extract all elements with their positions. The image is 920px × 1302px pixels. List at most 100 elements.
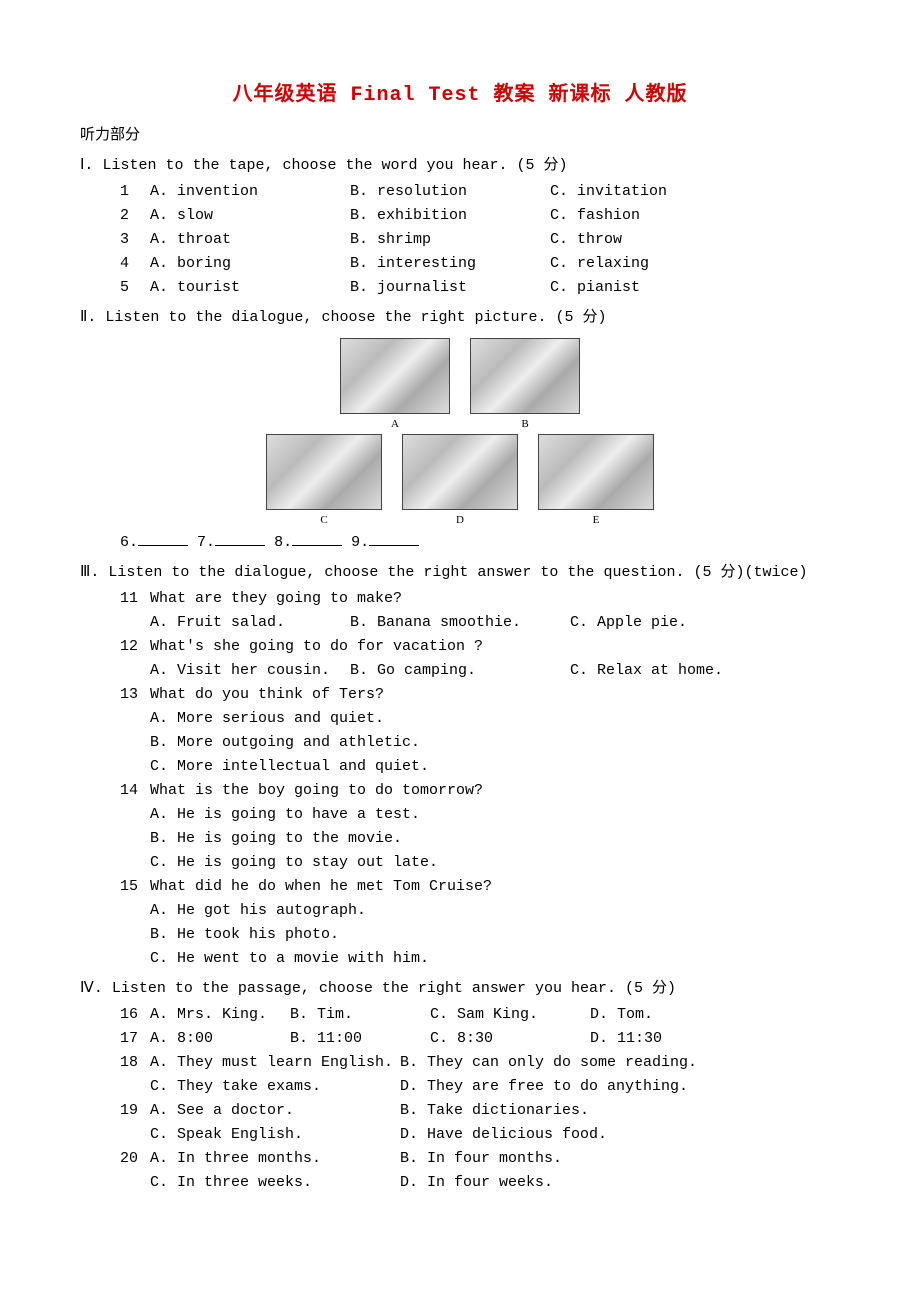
blank-7 (215, 531, 265, 546)
q11-opts: A. Fruit salad. B. Banana smoothie. C. A… (80, 611, 840, 635)
q4-row: 4 A. boring B. interesting C. relaxing (80, 252, 840, 276)
q14-a: A. He is going to have a test. (80, 803, 840, 827)
q4-opt-a: A. boring (150, 252, 350, 276)
q1-opt-a: A. invention (150, 180, 350, 204)
page-title: 八年级英语 Final Test 教案 新课标 人教版 (80, 80, 840, 112)
q19-c: C. Speak English. (150, 1123, 400, 1147)
blank-6 (138, 531, 188, 546)
q16-a: A. Mrs. King. (150, 1003, 290, 1027)
picture-c (266, 434, 382, 510)
q11-stem: What are they going to make? (150, 590, 402, 607)
q18-row: 18 A. They must learn English. B. They c… (80, 1051, 840, 1075)
roman-3: Ⅲ. (80, 564, 99, 581)
q1-opt-c: C. invitation (550, 180, 750, 204)
section-1-header: Ⅰ. Listen to the tape, choose the word y… (80, 154, 840, 178)
q5-opt-b: B. journalist (350, 276, 550, 300)
q13-num: 13 (120, 683, 150, 707)
q5-num: 5 (120, 276, 150, 300)
q20-row2: C. In three weeks. D. In four weeks. (80, 1171, 840, 1195)
picture-e (538, 434, 654, 510)
section-3-instr: Listen to the dialogue, choose the right… (108, 564, 807, 581)
fill-6: 6. (120, 534, 138, 551)
blank-9 (369, 531, 419, 546)
q13-b: B. More outgoing and athletic. (80, 731, 840, 755)
q11-stem-row: 11What are they going to make? (80, 587, 840, 611)
q17-d: D. 11:30 (590, 1027, 730, 1051)
q1-num: 1 (120, 180, 150, 204)
q11-a: A. Fruit salad. (150, 611, 350, 635)
q17-row: 17 A. 8:00 B. 11:00 C. 8:30 D. 11:30 (80, 1027, 840, 1051)
q16-c: C. Sam King. (430, 1003, 590, 1027)
q3-opt-a: A. throat (150, 228, 350, 252)
q19-d: D. Have delicious food. (400, 1123, 720, 1147)
section-2-header: Ⅱ. Listen to the dialogue, choose the ri… (80, 306, 840, 330)
q15-num: 15 (120, 875, 150, 899)
q15-a: A. He got his autograph. (80, 899, 840, 923)
q2-row: 2 A. slow B. exhibition C. fashion (80, 204, 840, 228)
q4-num: 4 (120, 252, 150, 276)
q13-c: C. More intellectual and quiet. (80, 755, 840, 779)
q17-a: A. 8:00 (150, 1027, 290, 1051)
q4-opt-c: C. relaxing (550, 252, 750, 276)
q11-c: C. Apple pie. (570, 611, 750, 635)
q1-row: 1 A. invention B. resolution C. invitati… (80, 180, 840, 204)
q19-row: 19 A. See a doctor. B. Take dictionaries… (80, 1099, 840, 1123)
section-3-header: Ⅲ. Listen to the dialogue, choose the ri… (80, 561, 840, 585)
q18-num: 18 (120, 1051, 150, 1075)
q18-a: A. They must learn English. (150, 1051, 400, 1075)
q12-opts: A. Visit her cousin. B. Go camping. C. R… (80, 659, 840, 683)
blank-8 (292, 531, 342, 546)
q19-a: A. See a doctor. (150, 1099, 400, 1123)
q3-opt-c: C. throw (550, 228, 750, 252)
q14-stem-row: 14What is the boy going to do tomorrow? (80, 779, 840, 803)
q12-stem-row: 12What's she going to do for vacation ? (80, 635, 840, 659)
picture-b (470, 338, 580, 414)
q20-row: 20 A. In three months. B. In four months… (80, 1147, 840, 1171)
q5-opt-c: C. pianist (550, 276, 750, 300)
q11-num: 11 (120, 587, 150, 611)
pic-label-a: A (340, 416, 450, 434)
q16-row: 16 A. Mrs. King. B. Tim. C. Sam King. D.… (80, 1003, 840, 1027)
q20-a: A. In three months. (150, 1147, 400, 1171)
pic-label-c: C (266, 512, 382, 530)
picture-a (340, 338, 450, 414)
q20-c: C. In three weeks. (150, 1171, 400, 1195)
q1-opt-b: B. resolution (350, 180, 550, 204)
q3-row: 3 A. throat B. shrimp C. throw (80, 228, 840, 252)
q2-opt-c: C. fashion (550, 204, 750, 228)
section-4-instr: Listen to the passage, choose the right … (112, 980, 676, 997)
q11-b: B. Banana smoothie. (350, 611, 570, 635)
q20-num: 20 (120, 1147, 150, 1171)
q14-b: B. He is going to the movie. (80, 827, 840, 851)
q5-row: 5 A. tourist B. journalist C. pianist (80, 276, 840, 300)
q2-opt-b: B. exhibition (350, 204, 550, 228)
q14-num: 14 (120, 779, 150, 803)
q15-stem: What did he do when he met Tom Cruise? (150, 878, 492, 895)
q18-d: D. They are free to do anything. (400, 1075, 720, 1099)
q12-c: C. Relax at home. (570, 659, 750, 683)
q19-num: 19 (120, 1099, 150, 1123)
q14-c: C. He is going to stay out late. (80, 851, 840, 875)
fill-7: 7. (197, 534, 215, 551)
roman-4: Ⅳ. (80, 980, 103, 997)
section-2-instr: Listen to the dialogue, choose the right… (105, 309, 606, 326)
roman-2: Ⅱ. (80, 309, 96, 326)
fill-8: 8. (274, 534, 292, 551)
section-4-header: Ⅳ. Listen to the passage, choose the rig… (80, 977, 840, 1001)
q13-stem-row: 13What do you think of Ters? (80, 683, 840, 707)
q12-stem: What's she going to do for vacation ? (150, 638, 483, 655)
fill-9: 9. (351, 534, 369, 551)
q15-stem-row: 15What did he do when he met Tom Cruise? (80, 875, 840, 899)
fill-blanks-row: 6. 7. 8. 9. (80, 531, 840, 555)
q12-b: B. Go camping. (350, 659, 570, 683)
q16-d: D. Tom. (590, 1003, 730, 1027)
pic-label-d: D (402, 512, 518, 530)
q15-c: C. He went to a movie with him. (80, 947, 840, 971)
q12-a: A. Visit her cousin. (150, 659, 350, 683)
picture-area: A B C D E (80, 338, 840, 529)
q5-opt-a: A. tourist (150, 276, 350, 300)
roman-1: Ⅰ. (80, 157, 93, 174)
q3-num: 3 (120, 228, 150, 252)
q13-stem: What do you think of Ters? (150, 686, 384, 703)
q3-opt-b: B. shrimp (350, 228, 550, 252)
